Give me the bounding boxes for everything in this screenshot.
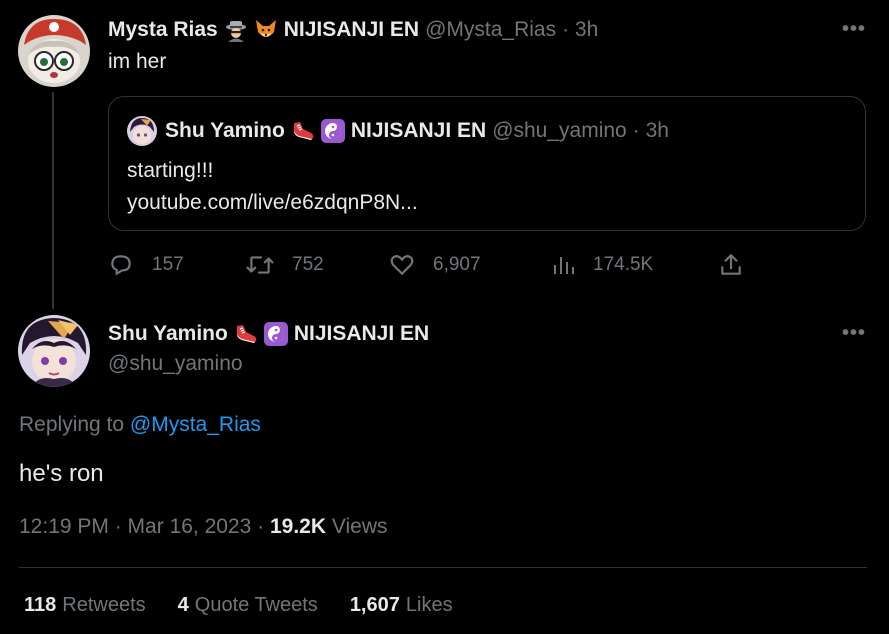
detective-icon xyxy=(224,18,248,42)
replying-prefix: Replying to xyxy=(19,413,125,436)
yin-yang-icon xyxy=(263,322,288,346)
sneaker-icon xyxy=(291,119,315,143)
quoted-author-handle[interactable]: @shu_yamino xyxy=(492,119,627,143)
divider xyxy=(19,567,867,568)
reply-button[interactable]: 157 xyxy=(108,250,184,280)
tweet-actions: 157 752 6,907 174.5K xyxy=(108,250,748,280)
quote-tweets-count: 4 xyxy=(177,594,189,616)
views-button[interactable]: 174.5K xyxy=(551,250,653,280)
views-count: 174.5K xyxy=(593,254,654,275)
quote-tweets-label: Quote Tweets xyxy=(194,594,318,616)
shu-small-avatar[interactable] xyxy=(127,116,157,146)
quoted-tweet-header: Shu Yamino NIJISANJI EN @shu_yamino · 3h xyxy=(127,116,669,146)
likes-count: 1,607 xyxy=(349,594,400,616)
like-count: 6,907 xyxy=(433,254,481,275)
reply-author-handle[interactable]: @shu_yamino xyxy=(108,352,243,376)
reply-meta: 12:19 PM · Mar 16, 2023 · 19.2K Views xyxy=(19,515,388,539)
retweets-label: Retweets xyxy=(62,594,146,616)
reply-views-count: 19.2K xyxy=(269,515,327,538)
likes-label: Likes xyxy=(405,594,453,616)
share-button[interactable] xyxy=(718,250,762,280)
sneaker-icon xyxy=(234,322,258,346)
reply-author-name[interactable]: Shu Yamino xyxy=(108,322,228,346)
reply-views-label: Views xyxy=(331,515,388,538)
shu-avatar[interactable] xyxy=(18,315,90,387)
tweet-time[interactable]: · 3h xyxy=(562,18,598,42)
reply-author-header: Shu Yamino NIJISANJI EN xyxy=(108,320,429,348)
more-options-icon[interactable]: ••• xyxy=(842,18,866,41)
heart-icon xyxy=(390,255,414,276)
author-affiliation: NIJISANJI EN xyxy=(283,18,420,41)
thread-line xyxy=(52,92,54,309)
like-button[interactable]: 6,907 xyxy=(389,250,481,280)
fox-icon xyxy=(254,18,278,42)
quoted-tweet-text: starting!!! youtube.com/live/e6zdqnP8N..… xyxy=(127,155,418,219)
replying-to: Replying to @Mysta_Rias xyxy=(19,413,261,437)
reply-stats: 118 Retweets 4 Quote Tweets 1,607 Likes xyxy=(24,594,485,617)
reply-author-affiliation: NIJISANJI EN xyxy=(293,322,430,345)
author-handle[interactable]: @Mysta_Rias xyxy=(425,18,556,42)
retweet-icon xyxy=(246,256,274,274)
analytics-icon xyxy=(554,257,574,274)
retweets-count: 118 xyxy=(24,594,57,616)
share-icon xyxy=(721,254,741,275)
mysta-avatar[interactable] xyxy=(18,15,90,87)
quoted-tweet-time: · 3h xyxy=(632,119,669,142)
quoted-author-name[interactable]: Shu Yamino xyxy=(165,119,285,143)
quoted-author-affiliation: NIJISANJI EN xyxy=(350,119,487,142)
likes-stat[interactable]: 1,607 Likes xyxy=(350,594,453,617)
reply-icon xyxy=(111,255,131,276)
reply-count: 157 xyxy=(152,254,184,275)
retweets-stat[interactable]: 118 Retweets xyxy=(24,594,146,617)
quote-tweets-stat[interactable]: 4 Quote Tweets xyxy=(178,594,318,617)
retweet-button[interactable]: 752 xyxy=(246,250,324,280)
author-name[interactable]: Mysta Rias xyxy=(108,18,218,42)
quoted-link[interactable]: youtube.com/live/e6zdqnP8N... xyxy=(127,187,418,219)
tweet-text: im her xyxy=(108,50,167,73)
tweet-header: Mysta Rias NIJISANJI EN @Mysta_Rias · 3h xyxy=(108,16,598,44)
replying-handle-link[interactable]: @Mysta_Rias xyxy=(130,413,261,436)
quoted-tweet[interactable]: Shu Yamino NIJISANJI EN @shu_yamino · 3h… xyxy=(108,96,866,231)
reply-text: he's ron xyxy=(19,460,104,487)
reply-more-options-icon[interactable]: ••• xyxy=(842,322,866,345)
retweet-count: 752 xyxy=(292,254,324,275)
quoted-text-line: starting!!! xyxy=(127,159,214,182)
yin-yang-icon xyxy=(320,119,345,143)
reply-timestamp[interactable]: 12:19 PM · Mar 16, 2023 · xyxy=(19,515,264,538)
